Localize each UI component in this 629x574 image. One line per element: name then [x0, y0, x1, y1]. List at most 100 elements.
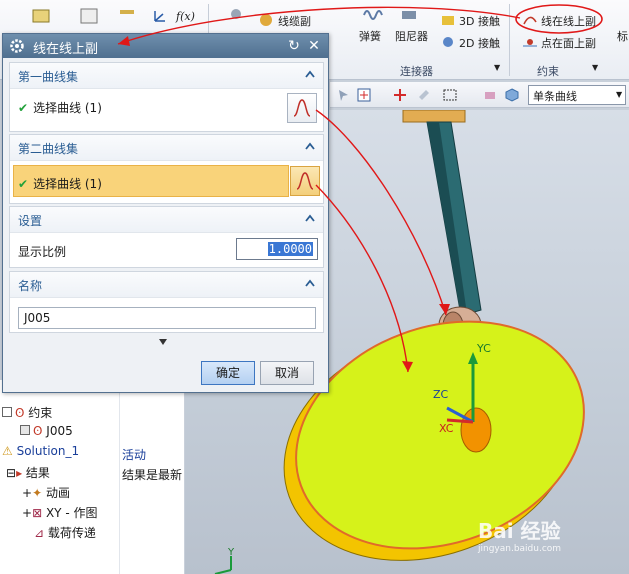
reset-icon[interactable]: ↻ — [285, 37, 303, 55]
group-connectors-label: 连接器 — [400, 65, 433, 78]
function-icon[interactable]: f(x) — [176, 10, 195, 23]
curve-selector-button[interactable] — [287, 93, 317, 123]
tool-icon[interactable] — [116, 6, 138, 28]
link-icon[interactable] — [416, 87, 432, 103]
constraint-icon: ʘ — [15, 406, 25, 420]
ok-button[interactable]: 确定 — [201, 361, 255, 385]
dropdown-arrow-icon[interactable]: ▼ — [616, 90, 622, 99]
motion-navigator: ʘ 约束 ʘ J005 ⚠ Solution_1 活动 ⊟▸ 结果 结果是最新 … — [0, 380, 185, 574]
point-on-surface-icon[interactable] — [522, 34, 538, 50]
selection-toolbar: 单条曲线 ▼ — [330, 82, 629, 108]
row-label: 约束 — [28, 406, 53, 420]
select-curve-row[interactable]: ✔ 选择曲线 (1) — [18, 175, 331, 192]
list-item[interactable]: +✦ 动画 — [22, 484, 70, 504]
list-item[interactable]: +⊠ XY - 作图 — [22, 504, 97, 524]
dialog-title-bar[interactable]: 线在线上副 ↻ ✕ — [3, 34, 328, 58]
chevron-up-icon[interactable] — [305, 214, 315, 222]
box-select-icon[interactable] — [442, 87, 458, 103]
chevron-up-icon[interactable] — [305, 70, 315, 78]
checkbox[interactable] — [2, 407, 12, 417]
axis-label-xc: XC — [439, 422, 454, 435]
section-title: 第一曲线集 — [18, 70, 79, 84]
arm-top-plate — [402, 110, 466, 123]
joint-icon: ʘ — [33, 424, 43, 438]
curve-selector-button[interactable] — [290, 166, 320, 196]
row-label: Solution_1 — [16, 444, 80, 458]
view-triad — [214, 556, 232, 574]
name-field[interactable]: J005 — [18, 307, 316, 329]
expand-icon[interactable]: + — [22, 506, 32, 520]
section-title: 设置 — [18, 214, 43, 228]
list-item[interactable]: ⊟▸ 结果 — [6, 464, 50, 484]
row-label: 结果 — [25, 466, 50, 480]
contact-2d-button[interactable]: 2D 接触 — [459, 35, 500, 51]
results-icon: ▸ — [16, 466, 23, 480]
list-item[interactable]: ʘ 约束 — [2, 404, 52, 424]
watermark-text: Bai 经验 — [478, 519, 561, 543]
contact-3d-icon[interactable] — [440, 12, 456, 28]
check-icon: ✔ — [18, 101, 29, 115]
expand-icon[interactable]: + — [22, 486, 32, 500]
scale-value: 1.0000 — [267, 242, 313, 256]
cube-icon[interactable] — [504, 87, 520, 103]
tool-icon[interactable] — [78, 6, 100, 28]
damper-icon[interactable] — [398, 6, 420, 24]
select-curve-label: 选择曲线 (1) — [33, 177, 102, 191]
section-title: 名称 — [18, 279, 43, 293]
spring-icon[interactable] — [362, 6, 384, 24]
chevron-up-icon[interactable] — [305, 279, 315, 287]
ribbon-separator — [509, 4, 510, 76]
contact-2d-icon[interactable] — [440, 34, 456, 50]
watermark: Bai 经验 jingyan.baidu.com — [478, 515, 561, 554]
section-header[interactable]: 第二曲线集 — [10, 135, 323, 161]
section-header[interactable]: 名称 — [10, 272, 323, 298]
gear-icon[interactable] — [228, 6, 244, 22]
cancel-button[interactable]: 取消 — [260, 361, 314, 385]
settings-section: 设置 显示比例 1.0000 — [9, 206, 324, 268]
list-item[interactable]: ⚠ Solution_1 — [2, 444, 79, 464]
expand-icon[interactable]: ⊟ — [6, 466, 16, 480]
contact-3d-button[interactable]: 3D 接触 — [459, 13, 500, 29]
coordinate-icon[interactable] — [152, 8, 168, 24]
row-label: 动画 — [45, 486, 70, 500]
section-header[interactable]: 设置 — [10, 207, 323, 233]
section-title: 第二曲线集 — [18, 142, 79, 156]
damper-button[interactable]: 阻尼器 — [395, 28, 428, 44]
solution-icon: ⚠ — [2, 444, 13, 458]
tool-icon[interactable] — [30, 6, 52, 28]
chevron-down-icon[interactable] — [158, 338, 168, 346]
rope-label[interactable]: 线缆副 — [278, 13, 311, 29]
chevron-up-icon[interactable] — [305, 142, 315, 150]
curve-rule-select[interactable]: 单条曲线 — [528, 85, 626, 105]
eraser-icon[interactable] — [482, 87, 498, 103]
disk-hub — [460, 407, 492, 453]
checkbox[interactable] — [20, 425, 30, 435]
select-filter-icon[interactable] — [336, 87, 352, 103]
graph-icon: ⊠ — [32, 506, 43, 520]
rope-icon[interactable] — [258, 12, 274, 28]
section-header[interactable]: 第一曲线集 — [10, 63, 323, 89]
row-status: 结果是最新 — [122, 468, 183, 482]
snap-point-icon[interactable] — [356, 87, 372, 103]
spring-button[interactable]: 弹簧 — [359, 28, 381, 44]
point-on-surface-button[interactable]: 点在面上副 — [541, 35, 596, 51]
annotation-circle — [515, 4, 603, 34]
row-label: 载荷传递 — [47, 526, 96, 540]
list-item[interactable]: ʘ J005 — [20, 424, 73, 444]
group-expand-icon[interactable]: ▼ — [592, 63, 598, 72]
group-expand-icon[interactable]: ▼ — [494, 63, 500, 72]
group-constraints-label: 约束 — [537, 65, 559, 78]
display-scale-input[interactable]: 1.0000 — [236, 238, 318, 260]
gear-icon[interactable] — [9, 38, 25, 54]
intersection-icon[interactable] — [392, 87, 408, 103]
ribbon-partial-label[interactable]: 标 — [617, 28, 628, 44]
list-item[interactable]: ⊿ 载荷传递 — [34, 524, 96, 544]
close-icon[interactable]: ✕ — [305, 37, 323, 55]
select-curve-row[interactable]: ✔ 选择曲线 (1) — [18, 99, 331, 116]
animation-icon: ✦ — [32, 486, 43, 500]
axis-label-zc: ZC — [433, 388, 449, 401]
watermark-sub: jingyan.baidu.com — [478, 544, 562, 554]
second-curve-set-section: 第二曲线集 ✔ 选择曲线 (1) — [9, 134, 324, 204]
curve-icon — [296, 172, 314, 190]
row-label: J005 — [46, 424, 73, 438]
